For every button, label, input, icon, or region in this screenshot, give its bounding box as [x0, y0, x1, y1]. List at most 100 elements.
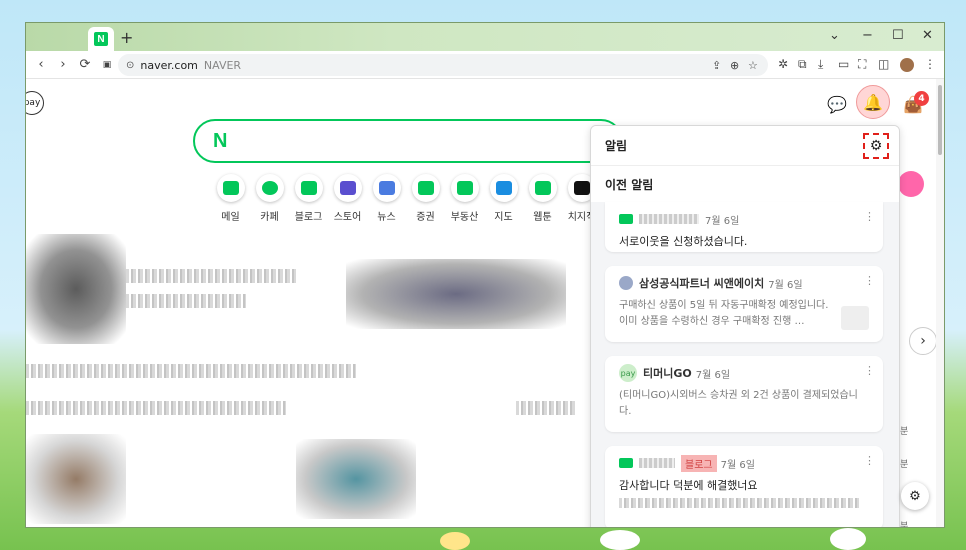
shortcut-label: 웹툰 — [533, 212, 552, 223]
page-title: NAVER — [203, 58, 242, 72]
shortcut-stock[interactable]: 증권 — [406, 174, 445, 223]
next-arrow-button[interactable]: › — [909, 327, 937, 355]
background-flower — [600, 530, 640, 550]
shortcut-map[interactable]: 지도 — [484, 174, 523, 223]
blurred-text — [26, 364, 356, 378]
profile-avatar[interactable] — [900, 58, 914, 72]
more-options-icon[interactable]: ⋮ — [864, 274, 875, 287]
page-settings-button[interactable]: ⚙ — [901, 482, 929, 510]
shortcut-label: 증권 — [416, 212, 435, 223]
site-info-icon[interactable]: ⊙ — [126, 60, 134, 71]
shortcut-label: 메일 — [221, 212, 240, 223]
side-label: 분 — [900, 460, 909, 470]
search-box[interactable]: N — [193, 119, 623, 163]
mail-icon — [216, 174, 245, 202]
cart-count-badge: 4 — [914, 91, 929, 106]
shortcut-webtoon[interactable]: 웹툰 — [523, 174, 562, 223]
previous-notifications-heading: 이전 알림 — [591, 166, 899, 202]
more-options-icon[interactable]: ⋮ — [864, 454, 875, 467]
notification-meta: 삼성공식파트너 씨앤에이치 7월 6일 — [619, 274, 871, 292]
more-options-icon[interactable]: ⋮ — [864, 364, 875, 377]
news-icon — [372, 174, 401, 202]
scrollbar-thumb[interactable] — [938, 85, 942, 155]
blurred-text — [516, 401, 576, 415]
more-options-icon[interactable]: ⋮ — [864, 210, 875, 223]
forward-icon[interactable]: › — [52, 57, 74, 72]
store-icon — [619, 276, 633, 290]
shortcut-label: 스토어 — [333, 212, 362, 223]
product-thumbnail — [841, 306, 869, 330]
pay-icon: pay — [619, 364, 637, 382]
cafe-icon — [255, 174, 284, 202]
notification-settings-button[interactable]: ⚙ — [863, 133, 889, 159]
share-icon[interactable]: ⇪ — [712, 59, 721, 72]
blurred-sender — [639, 214, 699, 224]
pay-icon[interactable]: pay — [26, 91, 44, 115]
blurred-image — [346, 259, 566, 329]
notification-card[interactable]: 삼성공식파트너 씨앤에이치 7월 6일 ⋮ 구매하신 상품이 5일 뒤 자동구매… — [605, 266, 883, 342]
realestate-icon — [450, 174, 479, 202]
shortcut-blog[interactable]: 블로그 — [289, 174, 328, 223]
notification-bell-button[interactable]: 🔔 — [856, 85, 890, 119]
video-icon[interactable]: ▭ — [838, 57, 849, 71]
url-text: naver.com — [140, 58, 198, 72]
notification-meta: 7월 6일 — [619, 210, 871, 228]
address-bar[interactable]: ⊙ naver.com NAVER ⇪ ⊕ ☆ — [118, 54, 768, 76]
puzzle-icon[interactable]: ⧉ — [798, 57, 807, 72]
blurred-image — [26, 234, 126, 344]
shortcut-cafe[interactable]: 카페 — [250, 174, 289, 223]
notification-header: 알림 ⚙ — [591, 126, 899, 166]
notification-meta: pay 티머니GO 7월 6일 — [619, 364, 871, 382]
profile-image[interactable] — [898, 171, 924, 197]
naver-tab-icon[interactable]: ▣ — [96, 60, 118, 70]
page-scrollbar[interactable] — [936, 79, 944, 527]
notification-card[interactable]: 7월 6일 ⋮ 서로이웃을 신청하셨습니다. — [605, 202, 883, 252]
blurred-image — [296, 439, 416, 519]
browser-toolbar: ‹ › ⟳ ▣ ⊙ naver.com NAVER ⇪ ⊕ ☆ ✲ ⧉ ⤓ ▭ … — [26, 51, 944, 79]
shortcut-store[interactable]: 스토어 — [328, 174, 367, 223]
blog-tag: 블로그 — [681, 454, 717, 472]
blurred-text — [26, 401, 286, 415]
naver-favicon-icon: N — [94, 32, 108, 46]
maximize-button[interactable]: ☐ — [892, 28, 904, 43]
shortcut-news[interactable]: 뉴스 — [367, 174, 406, 223]
notification-card[interactable]: pay 티머니GO 7월 6일 ⋮ (티머니GO)시외버스 승차권 외 2건 상… — [605, 356, 883, 432]
blurred-text — [619, 498, 859, 508]
shortcut-label: 지도 — [494, 212, 513, 223]
close-button[interactable]: ✕ — [922, 28, 933, 43]
shortcut-realestate[interactable]: 부동산 — [445, 174, 484, 223]
notification-body: 서로이웃을 신청하셨습니다. — [619, 235, 748, 248]
sidebar-icon[interactable]: ◫ — [878, 57, 889, 71]
notification-date: 7월 6일 — [768, 279, 803, 291]
menu-icon[interactable]: ⋮ — [924, 57, 936, 71]
blog-icon — [619, 458, 633, 468]
naver-page: pay 💬 🔔 👜 4 N 메일 카페 블로그 스토어 뉴스 증권 부동산 지도… — [26, 79, 944, 528]
gear-icon: ⚙ — [869, 138, 883, 154]
tab-search-icon[interactable]: ⌄ — [829, 28, 840, 43]
blurred-text — [126, 294, 246, 308]
reload-icon[interactable]: ⟳ — [74, 57, 96, 72]
new-tab-button[interactable]: + — [120, 28, 133, 47]
notification-sender: 삼성공식파트너 씨앤에이치 — [639, 277, 765, 290]
blurred-sender — [639, 458, 675, 468]
bookmark-icon[interactable]: ☆ — [748, 59, 758, 72]
screenshot-icon[interactable]: ⛶ — [858, 57, 866, 72]
blurred-text — [126, 269, 296, 283]
extension-icon[interactable]: ✲ — [778, 57, 788, 71]
talk-icon[interactable]: 💬 — [824, 91, 850, 117]
blurred-image — [26, 434, 126, 524]
notification-title: 알림 — [605, 139, 628, 153]
shortcut-mail[interactable]: 메일 — [211, 174, 250, 223]
notification-body: 구매하신 상품이 5일 뒤 자동구매확정 예정입니다. 이미 상품을 수령하신 … — [619, 300, 829, 327]
minimize-button[interactable]: − — [862, 28, 873, 43]
shortcut-label: 블로그 — [294, 212, 323, 223]
zoom-icon[interactable]: ⊕ — [730, 59, 739, 72]
download-icon[interactable]: ⤓ — [818, 57, 823, 72]
back-icon[interactable]: ‹ — [30, 57, 52, 72]
gear-icon: ⚙ — [909, 488, 921, 504]
tab-naver[interactable]: N — [88, 27, 114, 51]
stock-icon — [411, 174, 440, 202]
notification-body: 감사합니다 덕분에 해결했너요 — [619, 479, 758, 492]
side-label: 분 — [900, 522, 909, 528]
notification-card[interactable]: 블로그 7월 6일 ⋮ 감사합니다 덕분에 해결했너요 — [605, 446, 883, 527]
